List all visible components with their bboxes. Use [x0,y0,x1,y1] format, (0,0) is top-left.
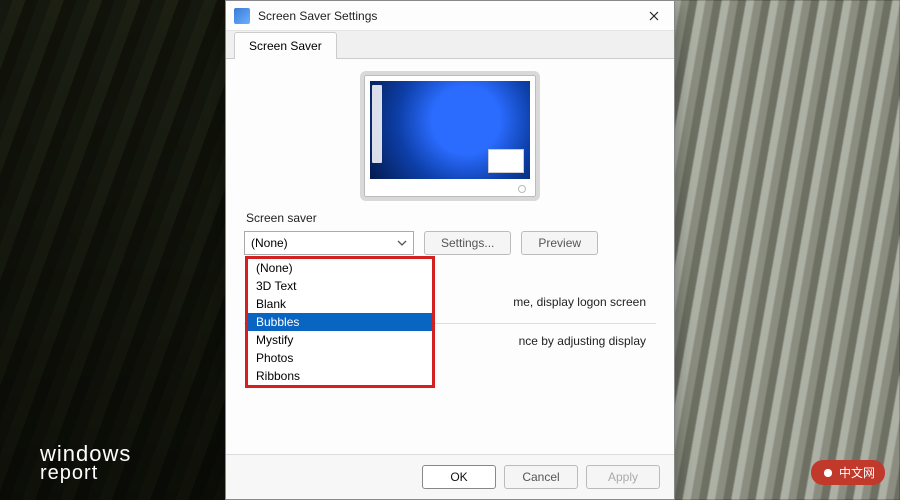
watermark-line2: report [40,464,131,482]
dialog-content: Screen saver (None) (None) 3D Text Blank… [226,59,674,454]
ok-button[interactable]: OK [422,465,496,489]
tab-screen-saver[interactable]: Screen Saver [234,32,337,59]
watermark-badge-text: 中文网 [839,464,875,481]
apply-button[interactable]: Apply [586,465,660,489]
window-title: Screen Saver Settings [258,9,634,23]
preview-monitor [360,71,540,201]
option-blank[interactable]: Blank [248,295,432,313]
preview-monitor-screen [370,81,530,179]
preview-button[interactable]: Preview [521,231,598,255]
titlebar: Screen Saver Settings [226,1,674,31]
option-none[interactable]: (None) [248,259,432,277]
screensaver-row: (None) (None) 3D Text Blank Bubbles Myst… [244,231,656,255]
option-mystify[interactable]: Mystify [248,331,432,349]
cancel-button[interactable]: Cancel [504,465,578,489]
option-3d-text[interactable]: 3D Text [248,277,432,295]
option-ribbons[interactable]: Ribbons [248,367,432,385]
combobox-value: (None) [251,236,288,250]
screensaver-dropdown-list: (None) 3D Text Blank Bubbles Mystify Pho… [245,256,435,388]
preview-monitor-wrap [244,71,656,201]
screen-saver-settings-window: Screen Saver Settings Screen Saver Scree… [225,0,675,500]
group-label-screen-saver: Screen saver [246,211,656,225]
settings-button[interactable]: Settings... [424,231,511,255]
tabstrip: Screen Saver [226,31,674,59]
watermark-windows-report: windows report [40,444,131,482]
close-icon [649,11,659,21]
option-photos[interactable]: Photos [248,349,432,367]
screensaver-combobox[interactable]: (None) (None) 3D Text Blank Bubbles Myst… [244,231,414,255]
chevron-down-icon [397,237,407,251]
dialog-button-row: OK Cancel Apply [226,454,674,499]
preview-monitor-button [518,185,526,193]
close-button[interactable] [634,1,674,31]
option-bubbles[interactable]: Bubbles [248,313,432,331]
watermark-badge: 中文网 [811,460,885,485]
window-icon [234,8,250,24]
